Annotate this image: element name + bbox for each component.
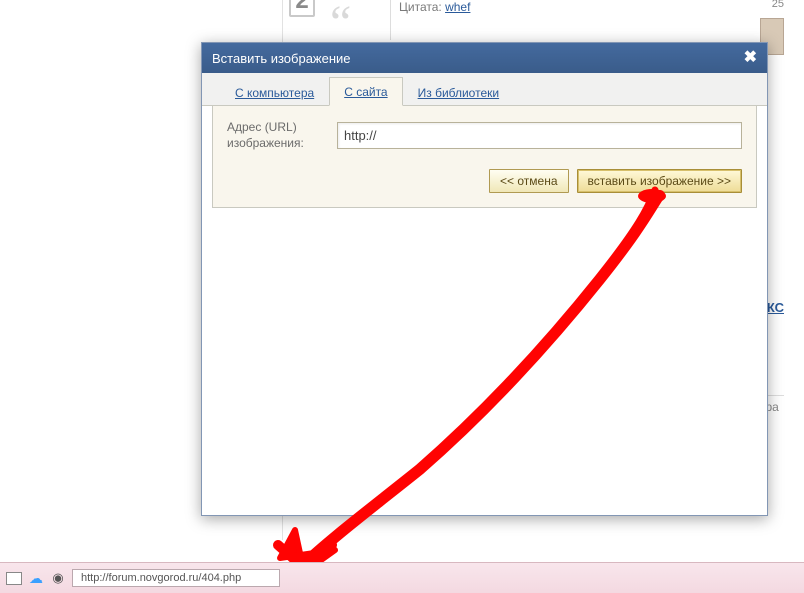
window-icon[interactable] <box>6 572 22 585</box>
form-area: Адрес (URL) изображения: << отмена встав… <box>212 106 757 208</box>
tab-bar: С компьютера С сайта Из библиотеки <box>202 73 767 106</box>
url-label-line2: изображения: <box>227 136 304 150</box>
url-label: Адрес (URL) изображения: <box>227 120 327 151</box>
button-row: << отмена вставить изображение >> <box>227 169 742 193</box>
tab-from-library[interactable]: Из библиотеки <box>403 78 514 106</box>
cite-prefix: Цитата: <box>399 0 445 14</box>
cloud-icon[interactable]: ☁ <box>28 570 44 586</box>
cite-author-link[interactable]: whef <box>445 0 470 14</box>
taskbar: ☁ ◉ http://forum.novgorod.ru/404.php <box>0 562 804 593</box>
insert-image-dialog: Вставить изображение ✖ С компьютера С са… <box>201 42 768 516</box>
status-url: http://forum.novgorod.ru/404.php <box>72 569 280 587</box>
insert-image-button[interactable]: вставить изображение >> <box>577 169 742 193</box>
dialog-titlebar[interactable]: Вставить изображение ✖ <box>202 43 767 73</box>
globe-icon[interactable]: ◉ <box>50 570 66 586</box>
cancel-button[interactable]: << отмена <box>489 169 568 193</box>
cite-line: Цитата: whef <box>390 0 784 40</box>
url-row: Адрес (URL) изображения: <box>227 120 742 151</box>
url-label-line1: Адрес (URL) <box>227 120 297 134</box>
image-url-input[interactable] <box>337 122 742 149</box>
vote-count: 2 <box>289 0 314 17</box>
tab-from-computer[interactable]: С компьютера <box>220 78 329 106</box>
close-icon[interactable]: ✖ <box>744 50 757 66</box>
tab-from-site[interactable]: С сайта <box>329 77 402 106</box>
dialog-title-text: Вставить изображение <box>212 51 351 66</box>
thumb-date: 25 <box>772 0 784 10</box>
vote-widget: 2 <box>282 0 322 17</box>
dialog-body: С компьютера С сайта Из библиотеки Адрес… <box>202 73 767 208</box>
